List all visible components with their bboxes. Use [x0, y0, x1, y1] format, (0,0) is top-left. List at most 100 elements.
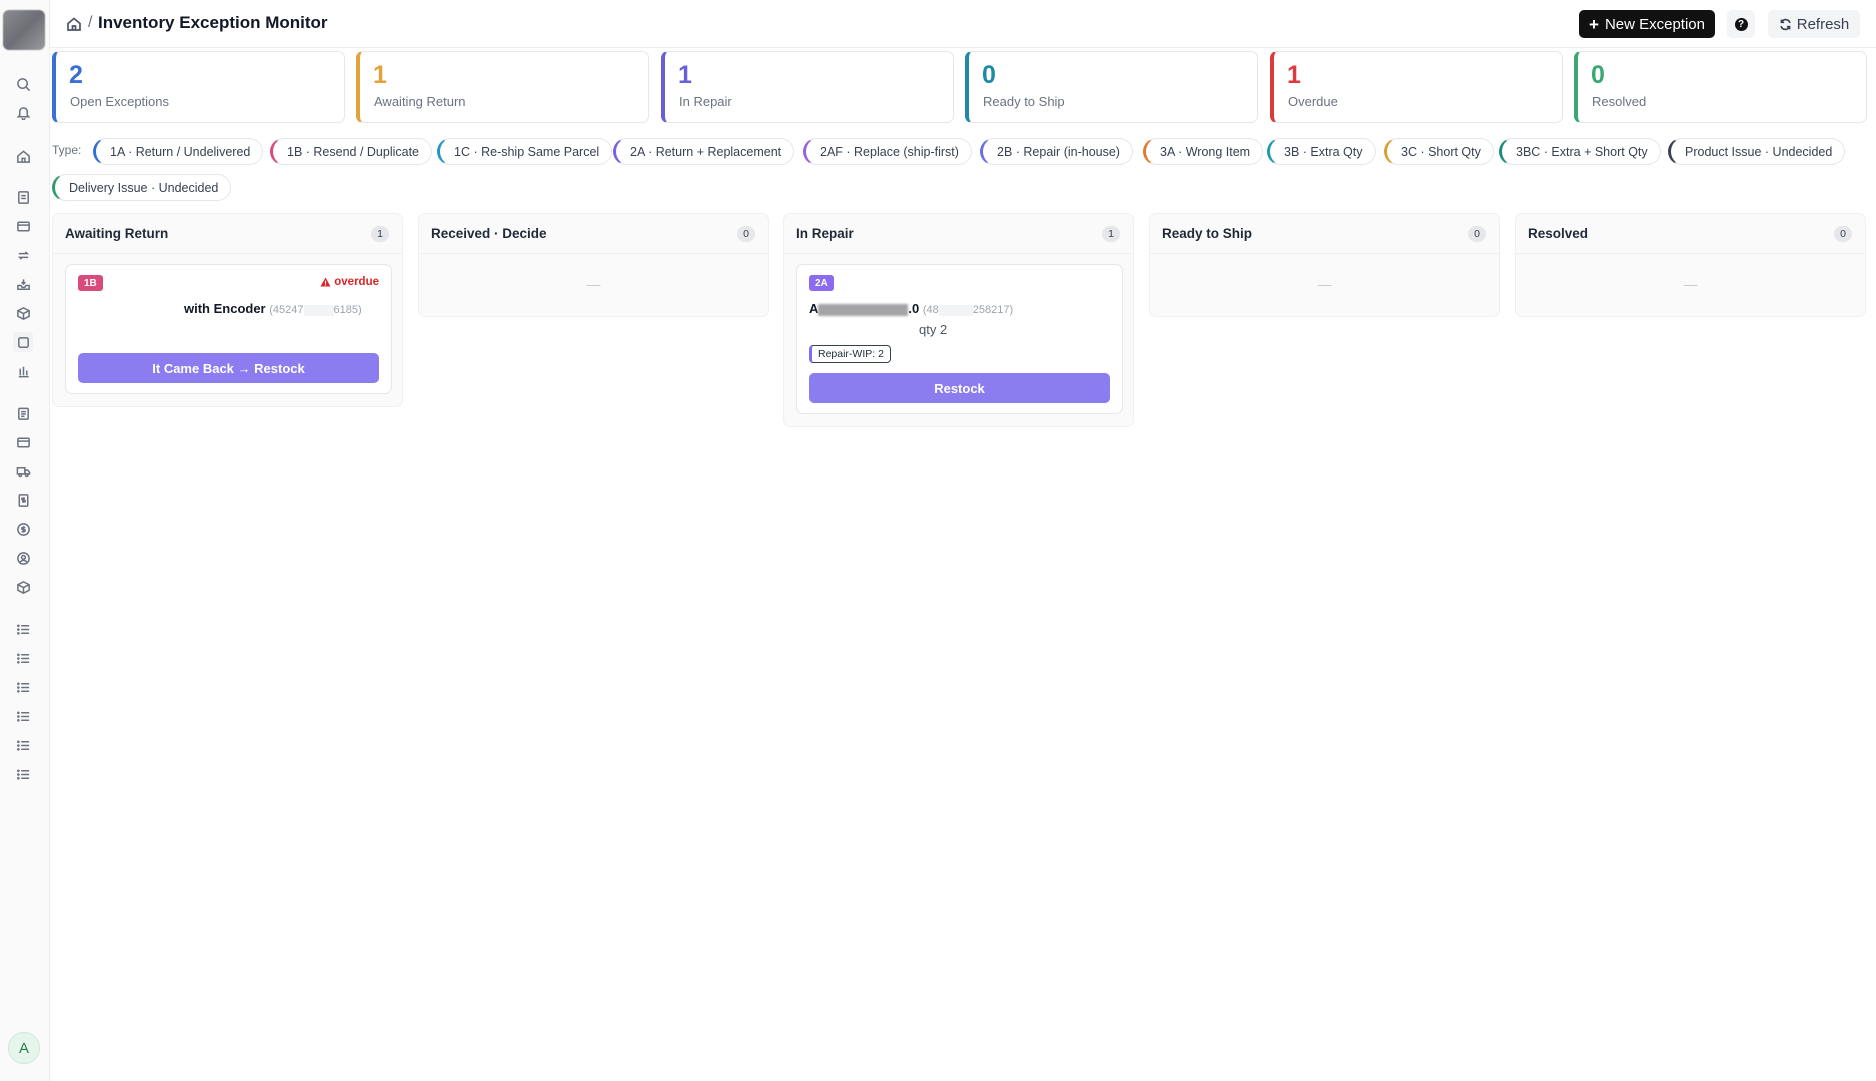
redacted-text [938, 304, 973, 316]
page-header: / Inventory Exception Monitor + New Exce… [50, 0, 1876, 48]
type-filter-label: Type: [52, 143, 82, 157]
bell-icon[interactable] [13, 102, 33, 122]
type-chip-2a[interactable]: 2A · Return + Replacement [613, 138, 795, 165]
overdue-label: overdue [334, 276, 379, 288]
column-title: In Repair [796, 226, 854, 241]
list-icon[interactable] [13, 648, 33, 668]
type-chip-3c[interactable]: 3C · Short Qty [1384, 138, 1494, 165]
list-icon[interactable] [13, 735, 33, 755]
type-chip-1b[interactable]: 1B · Resend / Duplicate [270, 138, 433, 165]
document-icon[interactable] [13, 187, 33, 207]
type-chip-2af[interactable]: 2AF · Replace (ship-first) [803, 138, 972, 165]
stat-label: Resolved [1592, 94, 1647, 109]
list-icon[interactable] [13, 677, 33, 697]
stat-card-resolved[interactable]: 0 Resolved [1574, 51, 1867, 123]
plus-icon: + [1589, 14, 1599, 34]
sku-start: (45247 [269, 304, 304, 316]
type-chip-delivery-issue[interactable]: Delivery Issue · Undecided [52, 174, 232, 201]
list-icon[interactable] [13, 619, 33, 639]
stat-label: In Repair [679, 94, 732, 109]
sku-end: 258217) [972, 304, 1014, 316]
wallet-icon[interactable] [13, 432, 33, 452]
home-icon[interactable] [13, 146, 33, 166]
overdue-status: overdue [320, 276, 379, 288]
list-icon[interactable] [13, 764, 33, 784]
new-exception-label: New Exception [1604, 15, 1705, 33]
column-header: Ready to Ship 0 [1150, 214, 1499, 254]
item-name: A .0 (48 258217) [809, 301, 1013, 316]
column-received-decide: Received · Decide 0 — [418, 213, 769, 317]
column-resolved: Resolved 0 — [1515, 213, 1866, 317]
box-icon[interactable] [13, 577, 33, 597]
refresh-label: Refresh [1796, 15, 1850, 33]
stat-value: 0 [982, 61, 996, 89]
repeat-icon[interactable] [13, 245, 33, 265]
column-ready-to-ship: Ready to Ship 0 — [1149, 213, 1500, 317]
stat-label: Overdue [1288, 94, 1338, 109]
exception-card[interactable]: 2A A .0 (48 258217) qty 2 Repair-WIP: 2 Re… [796, 264, 1123, 414]
user-circle-icon[interactable] [13, 548, 33, 568]
stat-card-open-exceptions[interactable]: 2 Open Exceptions [52, 51, 345, 123]
column-title: Resolved [1528, 226, 1589, 241]
item-title: with Encoder [184, 301, 266, 316]
column-title: Ready to Ship [1162, 226, 1253, 241]
stat-value: 0 [1591, 61, 1605, 89]
monitor-icon[interactable] [13, 332, 33, 352]
app-logo[interactable] [3, 10, 45, 50]
restock-button[interactable]: Restock [809, 373, 1110, 403]
type-chip-1a[interactable]: 1A · Return / Undelivered [93, 138, 264, 165]
dollar-icon[interactable] [13, 519, 33, 539]
column-in-repair: In Repair 1 2A A .0 (48 258217) qty 2 Repa… [783, 213, 1134, 427]
column-count: 1 [1102, 225, 1120, 242]
help-button[interactable]: ? [1727, 10, 1755, 38]
item-quantity: qty 2 [919, 322, 948, 337]
item-sku: (45247 6185) [269, 304, 361, 316]
stat-label: Awaiting Return [374, 94, 466, 109]
stat-card-awaiting-return[interactable]: 1 Awaiting Return [356, 51, 649, 123]
package-icon[interactable] [13, 303, 33, 323]
exception-card[interactable]: 1B overdue with Encoder (45247 6185) It C… [65, 264, 392, 394]
bar-chart-icon[interactable] [13, 361, 33, 381]
type-badge: 2A [809, 275, 834, 291]
empty-placeholder: — [586, 276, 601, 292]
item-title-end: .0 [908, 301, 920, 316]
column-header: Received · Decide 0 [419, 214, 768, 254]
stat-card-in-repair[interactable]: 1 In Repair [661, 51, 954, 123]
invoice-icon[interactable] [13, 490, 33, 510]
repair-wip-tag: Repair-WIP: 2 [809, 345, 891, 363]
truck-icon[interactable] [13, 461, 33, 481]
redacted-text [818, 303, 909, 316]
refresh-button[interactable]: Refresh [1768, 10, 1860, 38]
stat-card-ready-to-ship[interactable]: 0 Ready to Ship [965, 51, 1258, 123]
inbox-icon[interactable] [13, 274, 33, 294]
column-awaiting-return: Awaiting Return 1 1B overdue with Encode… [52, 213, 403, 407]
type-chip-3a[interactable]: 3A · Wrong Item [1143, 138, 1264, 165]
type-chip-1c[interactable]: 1C · Re-ship Same Parcel [437, 138, 613, 165]
refresh-icon [1779, 18, 1791, 30]
stat-cards: 2 Open Exceptions 1 Awaiting Return 1 In… [52, 51, 1868, 123]
stat-card-overdue[interactable]: 1 Overdue [1270, 51, 1563, 123]
type-chip-3b[interactable]: 3B · Extra Qty [1267, 138, 1376, 165]
card-icon[interactable] [13, 216, 33, 236]
user-avatar[interactable]: A [8, 1032, 40, 1064]
column-title: Received · Decide [431, 226, 547, 241]
clipboard-icon[interactable] [13, 403, 33, 423]
item-sku: (48 258217) [923, 304, 1013, 316]
breadcrumb-separator: / [88, 14, 93, 31]
new-exception-button[interactable]: + New Exception [1579, 10, 1715, 38]
empty-placeholder: — [1683, 276, 1698, 292]
stat-value: 1 [1287, 61, 1301, 89]
sku-start: (48 [922, 304, 939, 316]
type-badge: 1B [78, 275, 103, 291]
type-chip-product-issue[interactable]: Product Issue · Undecided [1668, 138, 1846, 165]
sidebar: A [0, 0, 50, 1081]
column-header: In Repair 1 [784, 214, 1133, 254]
type-chip-3bc[interactable]: 3BC · Extra + Short Qty [1499, 138, 1661, 165]
stat-value: 1 [678, 61, 692, 89]
stat-label: Ready to Ship [983, 94, 1065, 109]
home-icon[interactable] [66, 16, 82, 32]
came-back-restock-button[interactable]: It Came Back → Restock [78, 353, 379, 383]
type-chip-2b[interactable]: 2B · Repair (in-house) [980, 138, 1133, 165]
search-icon[interactable] [13, 74, 33, 94]
list-icon[interactable] [13, 706, 33, 726]
